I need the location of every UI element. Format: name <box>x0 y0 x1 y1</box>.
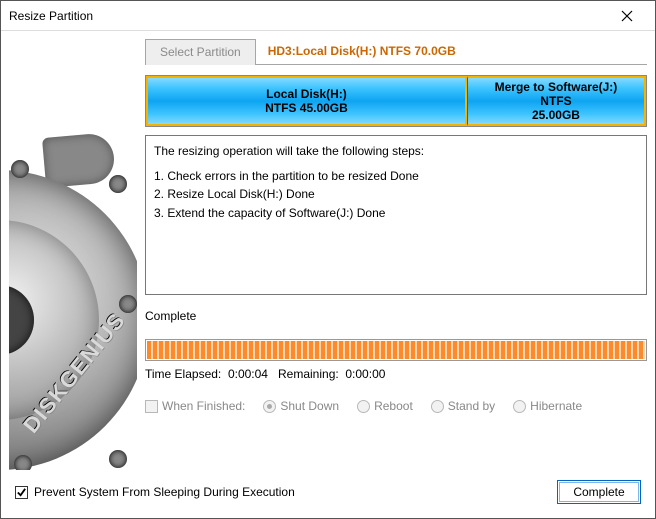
disk-illustration: DISKGENIUS <box>9 100 137 470</box>
step-line: 1. Check errors in the partition to be r… <box>154 167 638 186</box>
footer: Prevent System From Sleeping During Exec… <box>1 470 655 518</box>
partition-segment-merge[interactable]: Merge to Software(J:) NTFS 25.00GB <box>467 76 646 126</box>
radio-icon <box>357 400 370 413</box>
side-image: DISKGENIUS <box>9 38 137 470</box>
window-title: Resize Partition <box>9 9 607 23</box>
standby-radio: Stand by <box>431 399 495 413</box>
time-elapsed: 0:00:04 <box>228 367 268 381</box>
step-line: 3. Extend the capacity of Software(J:) D… <box>154 204 638 223</box>
partition-segment-local[interactable]: Local Disk(H:) NTFS 45.00GB <box>146 76 467 126</box>
main-panel: Select Partition HD3:Local Disk(H:) NTFS… <box>145 38 647 470</box>
partition-bar: Local Disk(H:) NTFS 45.00GB Merge to Sof… <box>145 75 647 127</box>
select-partition-tab[interactable]: Select Partition <box>145 39 256 65</box>
status-label: Complete <box>145 309 647 323</box>
checkbox-icon <box>15 486 28 499</box>
partition-description: HD3:Local Disk(H:) NTFS 70.0GB <box>256 44 456 58</box>
steps-box: The resizing operation will take the fol… <box>145 135 647 295</box>
partition-title: Merge to Software(J:) <box>495 80 618 94</box>
check-icon <box>16 487 27 498</box>
prevent-sleep-checkbox[interactable]: Prevent System From Sleeping During Exec… <box>15 485 545 499</box>
titlebar: Resize Partition <box>1 1 655 31</box>
radio-icon <box>263 400 276 413</box>
step-line: 2. Resize Local Disk(H:) Done <box>154 185 638 204</box>
reboot-radio: Reboot <box>357 399 413 413</box>
when-finished-checkbox: When Finished: <box>145 399 245 413</box>
partition-title: Local Disk(H:) <box>266 87 347 101</box>
time-elapsed-label: Time Elapsed: <box>145 367 221 381</box>
progress-bar <box>145 339 647 361</box>
post-action-options: When Finished: Shut Down Reboot Stand by… <box>145 399 647 413</box>
resize-partition-window: Resize Partition DISKGENIUS Select Parti… <box>0 0 656 519</box>
radio-icon <box>431 400 444 413</box>
progress-fill <box>147 341 645 359</box>
time-row: Time Elapsed: 0:00:04 Remaining: 0:00:00 <box>145 367 647 381</box>
partition-fs: NTFS <box>540 94 571 108</box>
radio-icon <box>513 400 526 413</box>
hibernate-radio: Hibernate <box>513 399 582 413</box>
checkbox-icon <box>145 400 158 413</box>
dialog-body: DISKGENIUS Select Partition HD3:Local Di… <box>1 31 655 470</box>
partition-fs-size: NTFS 45.00GB <box>265 101 348 115</box>
prevent-sleep-label: Prevent System From Sleeping During Exec… <box>34 485 295 499</box>
time-remaining-label: Remaining: <box>278 367 339 381</box>
shutdown-radio: Shut Down <box>263 399 339 413</box>
close-button[interactable] <box>607 2 647 30</box>
tab-row: Select Partition HD3:Local Disk(H:) NTFS… <box>145 38 647 65</box>
complete-button[interactable]: Complete <box>557 480 641 504</box>
close-icon <box>621 10 633 22</box>
steps-intro: The resizing operation will take the fol… <box>154 142 638 161</box>
partition-size: 25.00GB <box>532 108 580 122</box>
time-remaining: 0:00:00 <box>345 367 385 381</box>
